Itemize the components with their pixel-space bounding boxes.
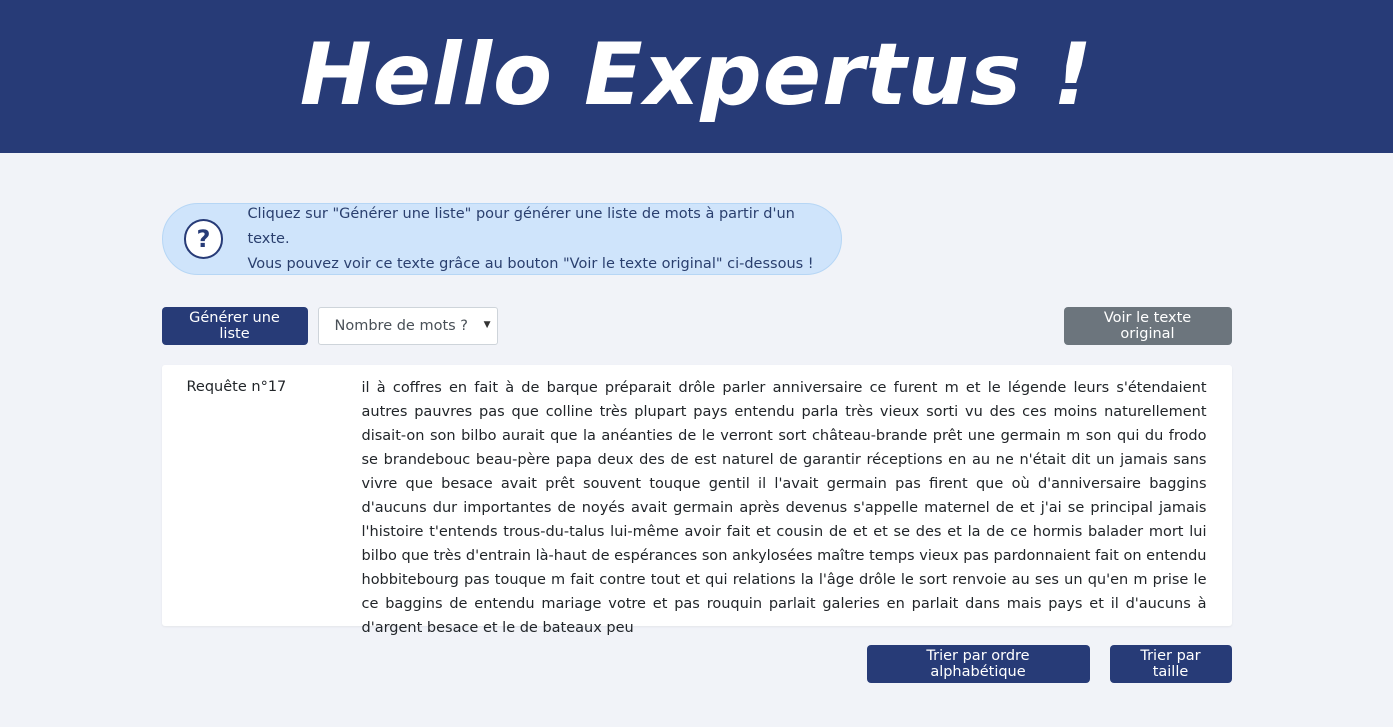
word-count-select[interactable]: Nombre de mots ? ▼ bbox=[317, 307, 498, 345]
view-original-text-button[interactable]: Voir le texte original bbox=[1063, 307, 1232, 345]
chevron-down-icon: ▼ bbox=[483, 320, 491, 330]
result-card: Requête n°17 il à coffres en fait à de b… bbox=[161, 365, 1232, 636]
sort-by-size-button[interactable]: Trier par taille bbox=[1109, 645, 1232, 683]
question-circle-icon: ? bbox=[183, 219, 224, 259]
word-count-select-value: Nombre de mots ? bbox=[334, 318, 469, 334]
sort-alphabetical-button[interactable]: Trier par ordre alphabétique bbox=[866, 645, 1090, 683]
info-line-1: Cliquez sur "Générer une liste" pour gén… bbox=[247, 205, 795, 247]
request-label: Requête n°17 bbox=[186, 379, 287, 395]
info-banner: ? Cliquez sur "Générer une liste" pour g… bbox=[161, 202, 842, 277]
info-text: Cliquez sur "Générer une liste" pour gén… bbox=[247, 202, 840, 277]
generate-list-button[interactable]: Générer une liste bbox=[161, 307, 308, 345]
info-line-2: Vous pouvez voir ce texte grâce au bouto… bbox=[247, 255, 814, 272]
page-header: Hello Expertus ! bbox=[0, 0, 1393, 153]
page-title: Hello Expertus ! bbox=[299, 24, 1094, 125]
word-list-text: il à coffres en fait à de barque prépara… bbox=[361, 380, 1207, 636]
